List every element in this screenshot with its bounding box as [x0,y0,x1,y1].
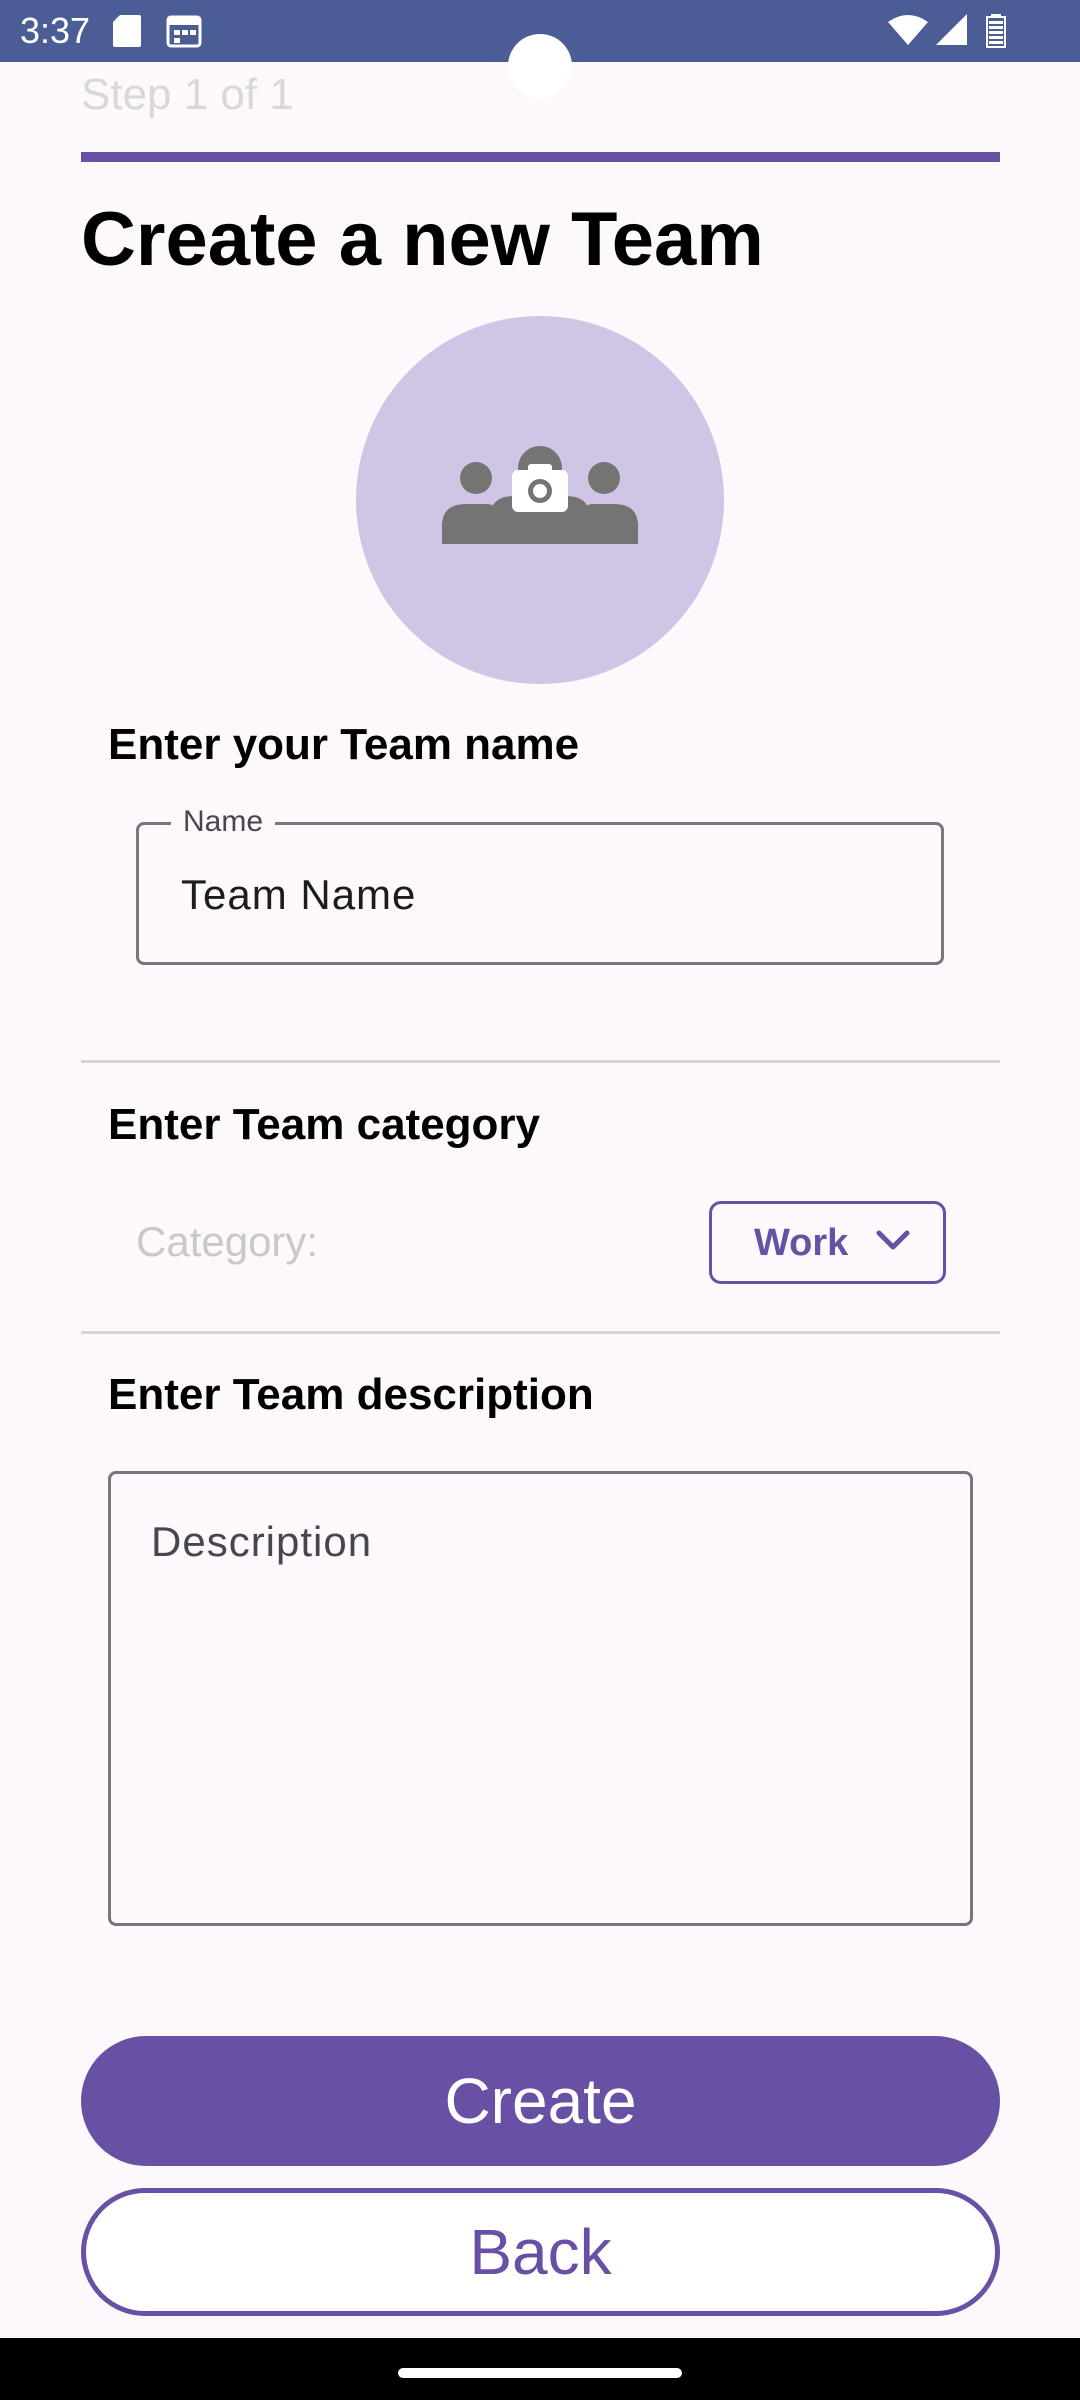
team-camera-icon [442,446,638,544]
category-label: Category: [136,1218,319,1265]
progress-fill [81,152,1000,162]
home-gesture-handle[interactable] [398,2368,682,2378]
description-section-label: Enter Team description [108,1370,594,1419]
category-section-label: Enter Team category [108,1100,541,1149]
team-name-field[interactable]: Name Team Name [136,805,944,965]
description-field[interactable]: Description [108,1471,973,1926]
calendar-icon [166,15,202,48]
chevron-down-icon [876,1230,910,1250]
team-name-section-label: Enter your Team name [108,720,580,769]
battery-icon [986,14,1006,48]
category-dropdown[interactable]: Work [709,1201,946,1284]
divider [81,1331,1000,1334]
page-title: Create a new Team [81,197,764,282]
name-field-label: Name [171,805,276,839]
description-placeholder: Description [151,1518,373,1565]
wifi-icon [888,15,928,45]
divider [81,1060,1000,1063]
sd-card-icon [113,15,141,47]
progress-bar [81,152,1000,162]
back-button[interactable]: Back [81,2188,1000,2316]
create-button[interactable]: Create [81,2036,1000,2166]
camera-cutout [508,34,572,98]
signal-icon [936,14,967,45]
create-team-screen: 3:37 Step 1 of 1 Create a new Team Enter… [0,0,1080,2400]
team-name-input[interactable]: Team Name [181,871,416,919]
category-selected-value: Work [754,1222,849,1264]
status-time: 3:37 [20,10,91,51]
step-indicator: Step 1 of 1 [81,70,294,119]
team-avatar-button[interactable] [356,316,724,684]
